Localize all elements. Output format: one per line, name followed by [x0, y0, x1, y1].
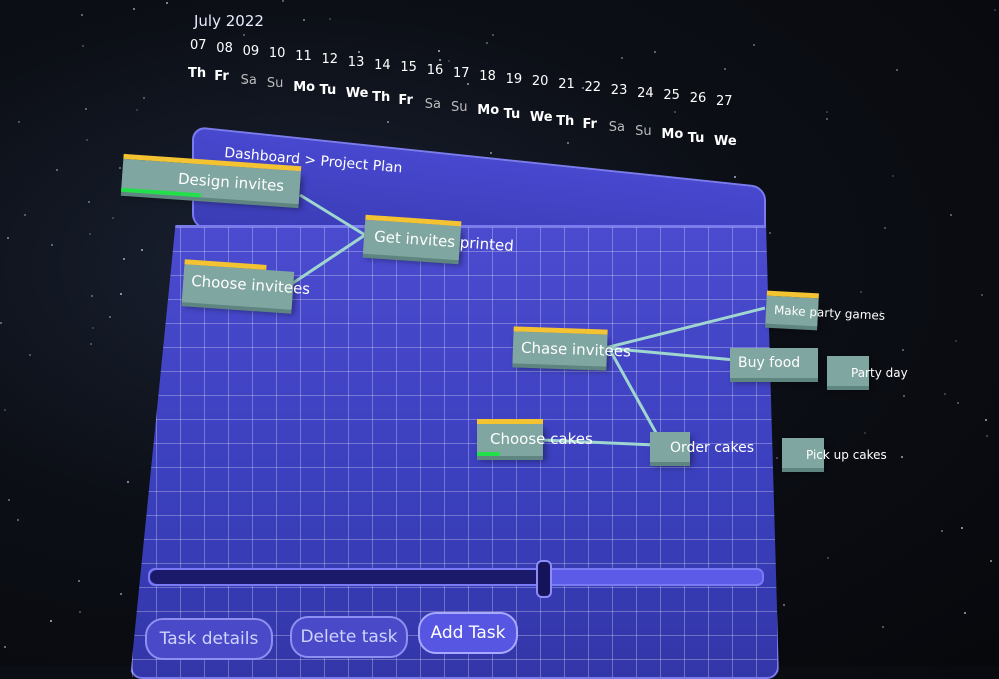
link-design-to-print — [299, 193, 366, 237]
slider-fill — [150, 570, 542, 584]
task-progress-bar — [477, 452, 501, 456]
task-make-party-games[interactable]: Make party games — [765, 290, 885, 327]
task-choose-cakes-label: Choose cakes — [490, 430, 593, 448]
task-order-cakes-label: Order cakes — [670, 440, 755, 456]
link-chase-to-order — [608, 349, 662, 441]
task-label: Buy food — [738, 355, 801, 371]
task-buy-food[interactable]: Buy food — [730, 348, 818, 378]
task-label: Choose invitees — [190, 271, 311, 299]
task-choose-invitees[interactable]: Choose invitees — [181, 259, 311, 310]
task-topbar — [477, 419, 543, 424]
task-chase-invitees[interactable]: Chase invitees — [512, 326, 631, 367]
slider-thumb[interactable] — [535, 560, 552, 598]
timeline-slider[interactable] — [148, 560, 764, 598]
task-get-invites-printed[interactable]: Get invites printed — [362, 214, 514, 261]
add-task-button[interactable]: Add Task — [418, 612, 518, 654]
delete-task-button[interactable]: Delete task — [290, 616, 408, 658]
task-label: Design invites — [177, 169, 285, 196]
task-label: Chase invitees — [520, 338, 632, 361]
task-details-button[interactable]: Task details — [145, 618, 273, 660]
link-invitees-to-print — [289, 233, 366, 287]
task-party-day-label: Party day — [851, 366, 908, 380]
task-pick-up-cakes-label: Pick up cakes — [806, 448, 887, 462]
dependency-links — [289, 193, 766, 447]
